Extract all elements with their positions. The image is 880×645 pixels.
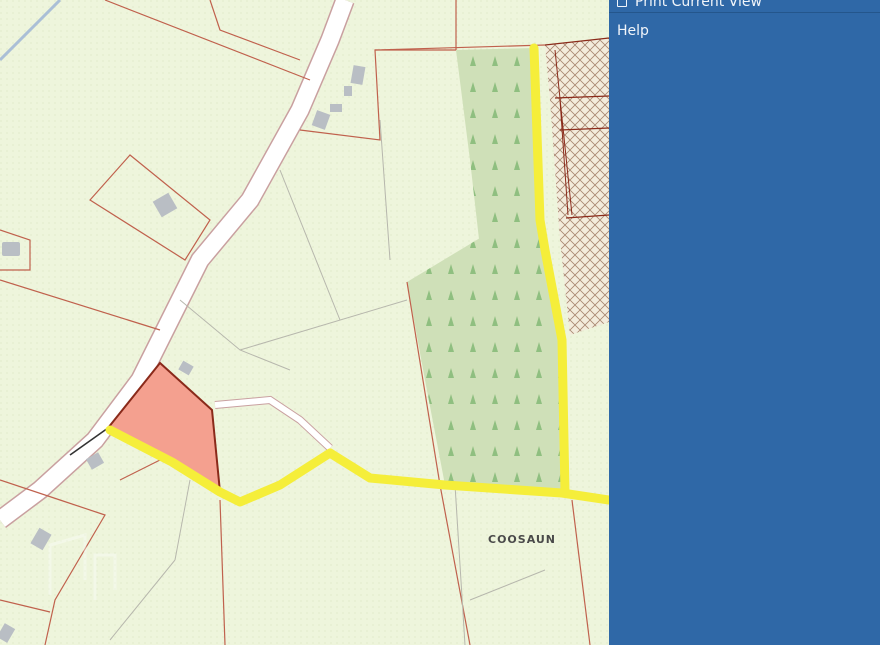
help-item[interactable]: Help <box>609 20 880 42</box>
map-view[interactable]: COOSAUN <box>0 0 609 645</box>
print-current-view-item[interactable]: Print Current View <box>609 0 880 13</box>
place-label-coosaun: COOSAUN <box>488 533 557 546</box>
side-panel: Print Current View Help <box>609 0 880 645</box>
map-canvas[interactable] <box>0 0 609 645</box>
help-label: Help <box>617 23 649 39</box>
print-current-view-label: Print Current View <box>635 0 762 10</box>
print-icon <box>617 0 627 7</box>
